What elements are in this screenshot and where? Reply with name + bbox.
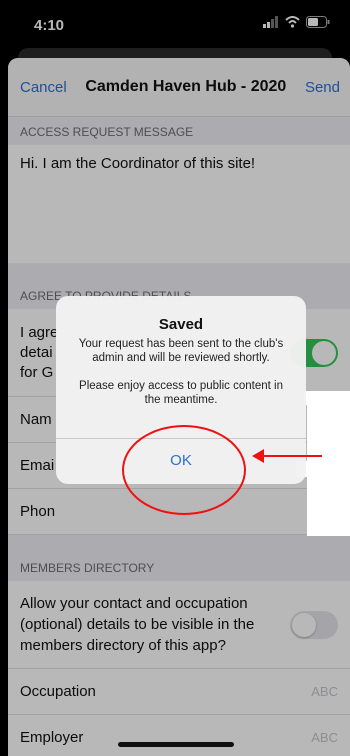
home-indicator[interactable] [118, 742, 234, 747]
annotation-arrow-line [258, 455, 322, 457]
alert-message-secondary: Please enjoy access to public content in… [79, 380, 283, 406]
annotation-circle [122, 425, 246, 515]
redaction-box [304, 391, 350, 405]
annotation-arrow-icon [252, 449, 264, 463]
alert-title: Saved [158, 316, 204, 333]
alert-message: Your request has been sent to the club's… [78, 338, 284, 364]
